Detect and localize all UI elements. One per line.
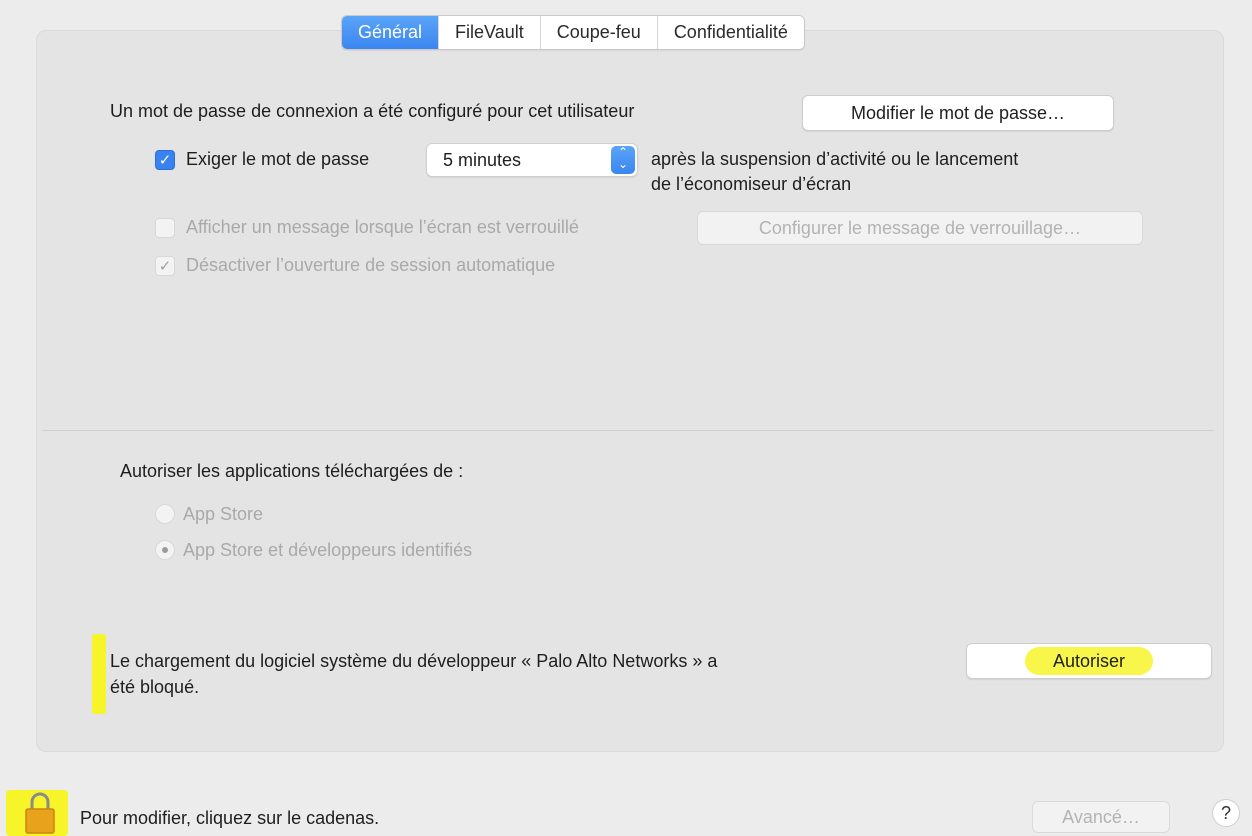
allow-button[interactable]: Autoriser [966, 643, 1212, 679]
help-icon[interactable]: ? [1212, 799, 1240, 827]
tab-privacy[interactable]: Confidentialité [656, 16, 804, 49]
radio-selected-dot [162, 547, 168, 553]
advanced-button[interactable]: Avancé… [1032, 801, 1170, 833]
checkmark-icon: ✓ [158, 258, 172, 275]
require-password-after-text: après la suspension d’activité ou le lan… [651, 149, 1019, 169]
allow-button-label: Autoriser [1052, 651, 1126, 671]
radio-app-store-label: App Store [183, 504, 264, 524]
require-password-label: Exiger le mot de passe [186, 149, 370, 169]
lock-icon[interactable] [14, 790, 66, 834]
password-delay-select[interactable]: 5 minutes ⌃ ⌄ [426, 143, 638, 177]
disable-auto-login-label: Désactiver l’ouverture de session automa… [186, 255, 556, 275]
radio-app-store[interactable] [155, 504, 175, 524]
tab-bar: Général FileVault Coupe-feu Confidential… [341, 15, 805, 50]
downloads-heading: Autoriser les applications téléchargées … [120, 461, 464, 481]
require-password-checkbox[interactable]: ✓ [155, 150, 175, 170]
change-password-button[interactable]: Modifier le mot de passe… [802, 95, 1114, 131]
radio-app-store-identified-label: App Store et développeurs identifiés [183, 540, 473, 560]
show-message-label: Afficher un message lorsque l’écran est … [186, 217, 579, 237]
tab-general[interactable]: Général [342, 16, 439, 49]
section-divider [42, 430, 1214, 431]
password-delay-value: 5 minutes [443, 150, 522, 170]
require-password-after-text-2: de l’économiseur d’écran [651, 174, 852, 194]
lock-hint-text: Pour modifier, cliquez sur le cadenas. [80, 808, 380, 828]
highlight-marker-left [92, 634, 106, 714]
password-status-text: Un mot de passe de connexion a été confi… [110, 101, 635, 121]
show-message-checkbox[interactable] [155, 218, 175, 238]
radio-app-store-identified[interactable] [155, 540, 175, 560]
blocked-message-line2: été bloqué. [110, 677, 200, 697]
checkmark-icon: ✓ [158, 152, 172, 169]
configure-lock-message-button[interactable]: Configurer le message de verrouillage… [697, 211, 1143, 245]
tab-firewall[interactable]: Coupe-feu [539, 16, 657, 49]
disable-auto-login-checkbox[interactable]: ✓ [155, 256, 175, 276]
tab-filevault[interactable]: FileVault [438, 16, 540, 49]
blocked-message-line1: Le chargement du logiciel système du dév… [110, 651, 718, 671]
stepper-icon: ⌃ ⌄ [611, 146, 635, 174]
